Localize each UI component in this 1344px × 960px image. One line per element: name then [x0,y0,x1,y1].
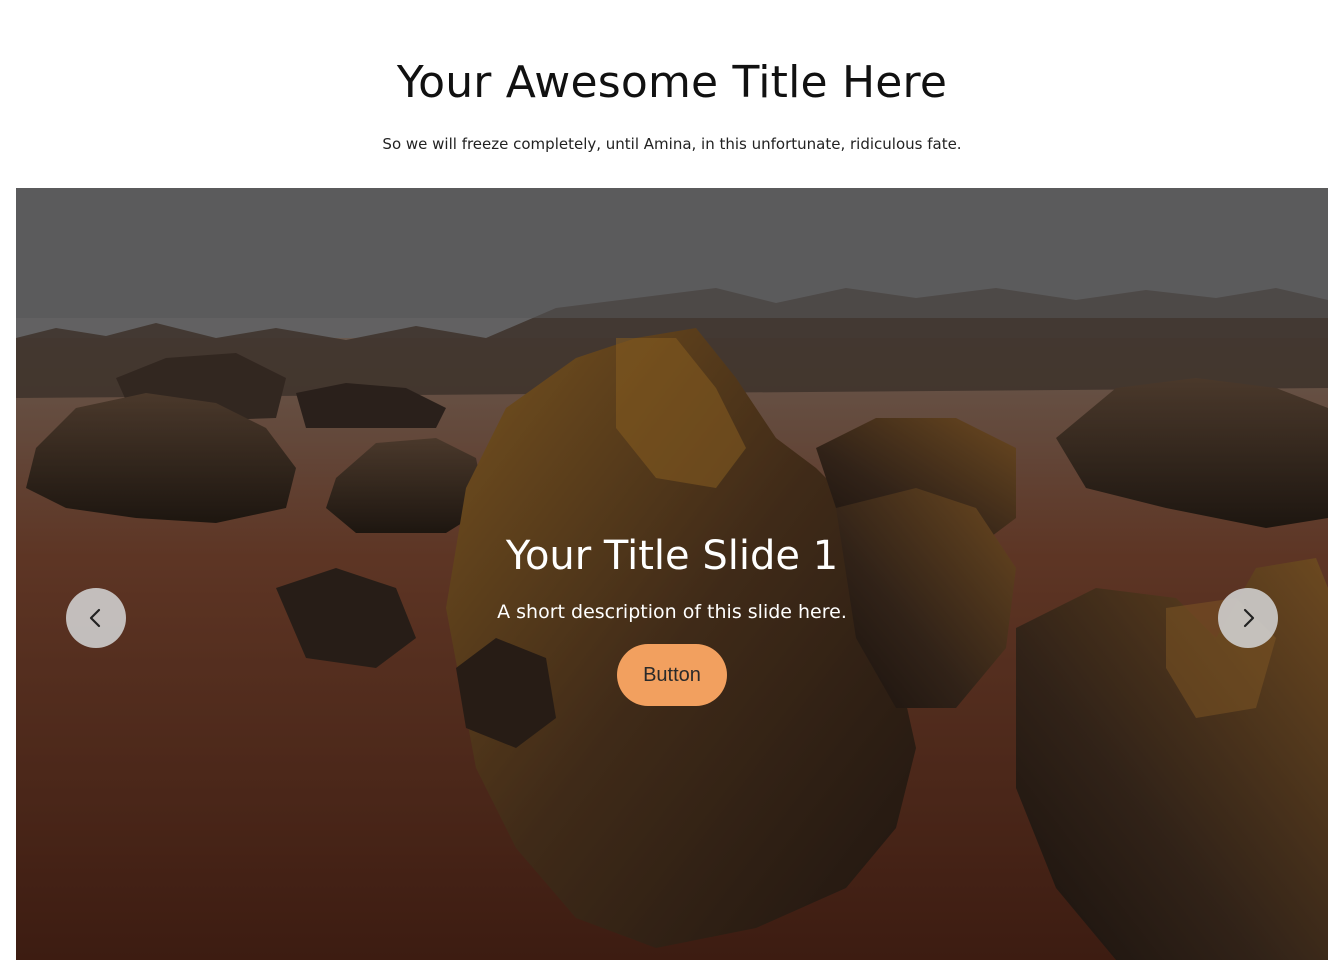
page-title: Your Awesome Title Here [396,57,948,108]
slide-content: Your Title Slide 1 A short description o… [16,528,1328,706]
slider-prev-button[interactable] [66,588,126,648]
chevron-left-icon [89,608,101,628]
chevron-right-icon [1243,608,1255,628]
slide-cta-button[interactable]: Button [617,644,727,706]
header: Your Awesome Title Here So we will freez… [0,0,1344,188]
slide-description: A short description of this slide here. [497,601,847,623]
page-subtitle: So we will freeze completely, until Amin… [382,135,962,153]
slide-title: Your Title Slide 1 [505,533,839,579]
slider-next-button[interactable] [1218,588,1278,648]
image-slider[interactable]: Your Title Slide 1 A short description o… [16,188,1328,960]
